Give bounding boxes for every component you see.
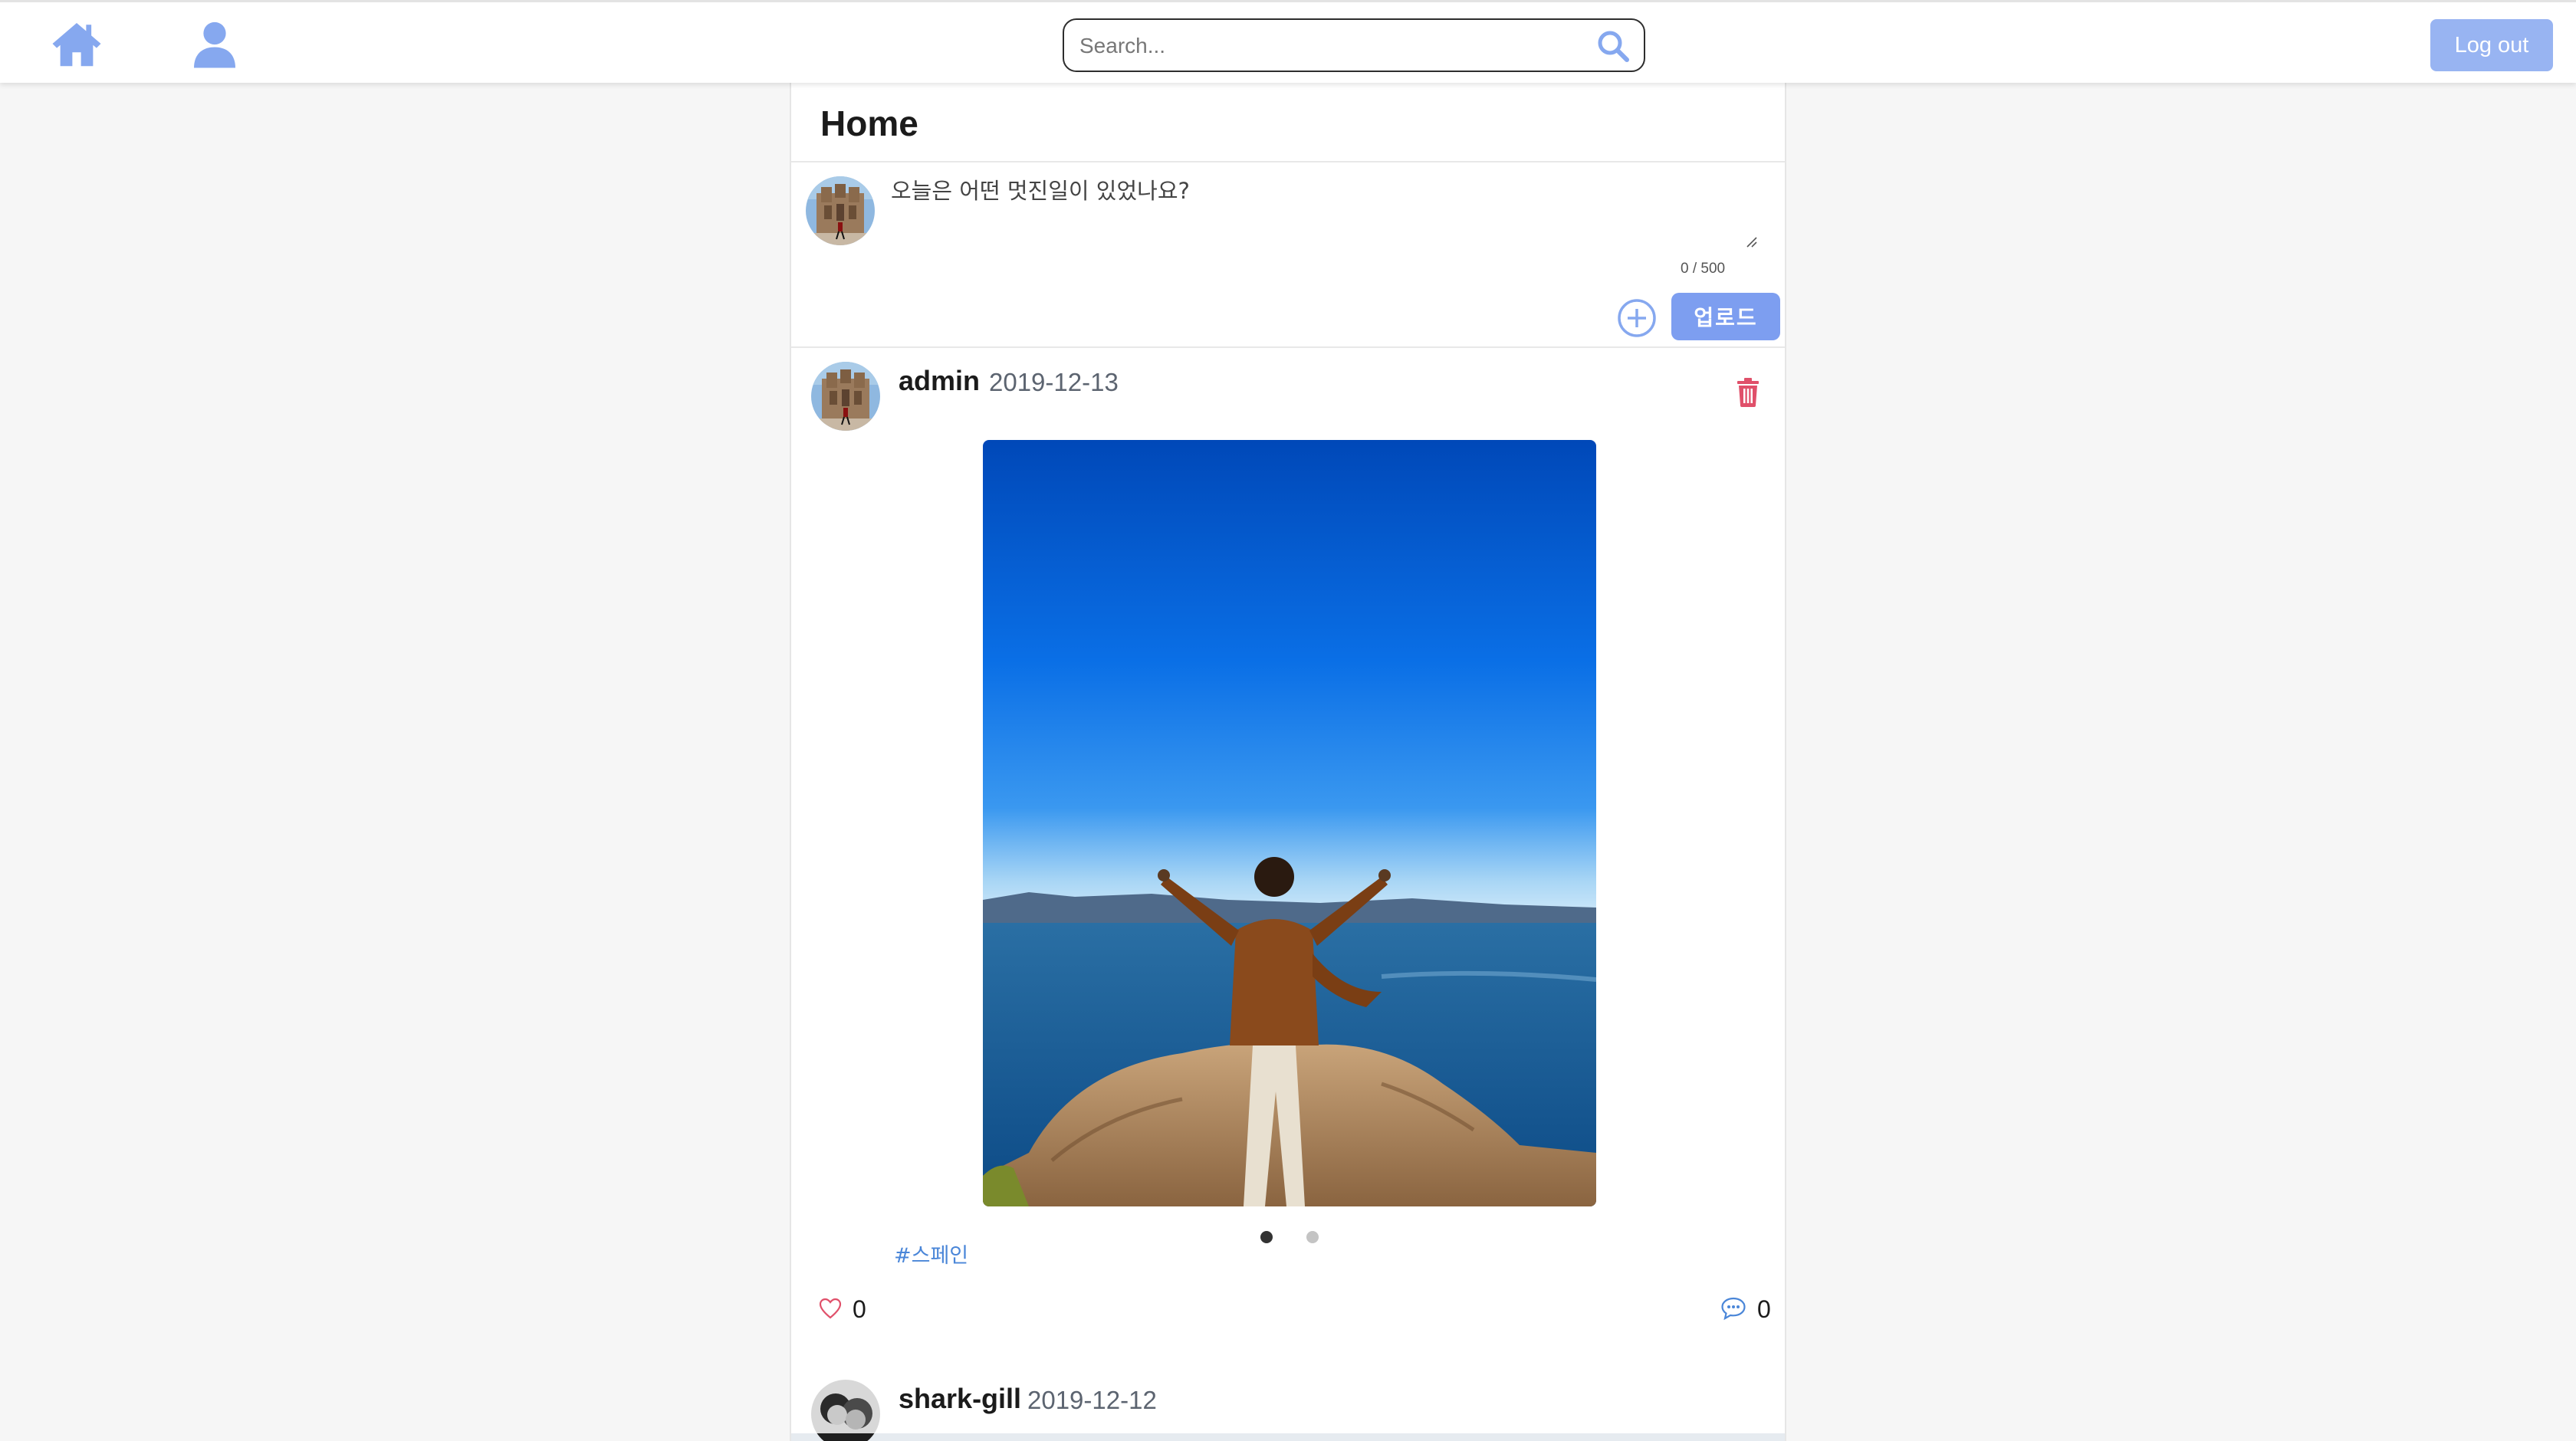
like-count: 0 [853,1295,866,1323]
post-avatar[interactable] [811,362,880,431]
top-navbar: Log out [0,0,2576,83]
post-date: 2019-12-13 [989,368,1119,396]
home-icon[interactable] [49,16,104,71]
logout-button[interactable]: Log out [2430,19,2553,71]
post-date: 2019-12-12 [1027,1386,1157,1414]
divider [791,346,1785,348]
post-image[interactable] [983,440,1596,1206]
feed-column: Home 0 / 500 업로드 [790,83,1786,1441]
page-title: Home [820,103,918,143]
carousel-dot-1[interactable] [1260,1231,1273,1243]
trash-icon[interactable] [1736,378,1760,407]
user-icon[interactable] [187,16,242,71]
search-input[interactable] [1078,20,1572,72]
hashtag-link[interactable]: #스페인 [894,1239,968,1269]
resize-handle-icon[interactable] [1746,236,1758,248]
post-separator [791,1433,1785,1441]
composer-textarea[interactable] [891,173,1658,250]
post-author[interactable]: admin [899,365,980,397]
post-author[interactable]: shark-gill [899,1383,1021,1415]
search-bar [1063,18,1645,72]
upload-button[interactable]: 업로드 [1671,293,1780,340]
comment-icon[interactable] [1720,1295,1746,1321]
divider [791,161,1785,162]
carousel-dot-2[interactable] [1306,1231,1319,1243]
post-avatar[interactable] [811,1380,880,1441]
search-icon[interactable] [1596,29,1630,63]
heart-icon[interactable] [819,1297,842,1320]
comment-count: 0 [1757,1295,1771,1323]
char-counter: 0 / 500 [1681,261,1726,277]
composer-avatar [806,176,875,245]
plus-circle-icon[interactable] [1616,297,1658,339]
